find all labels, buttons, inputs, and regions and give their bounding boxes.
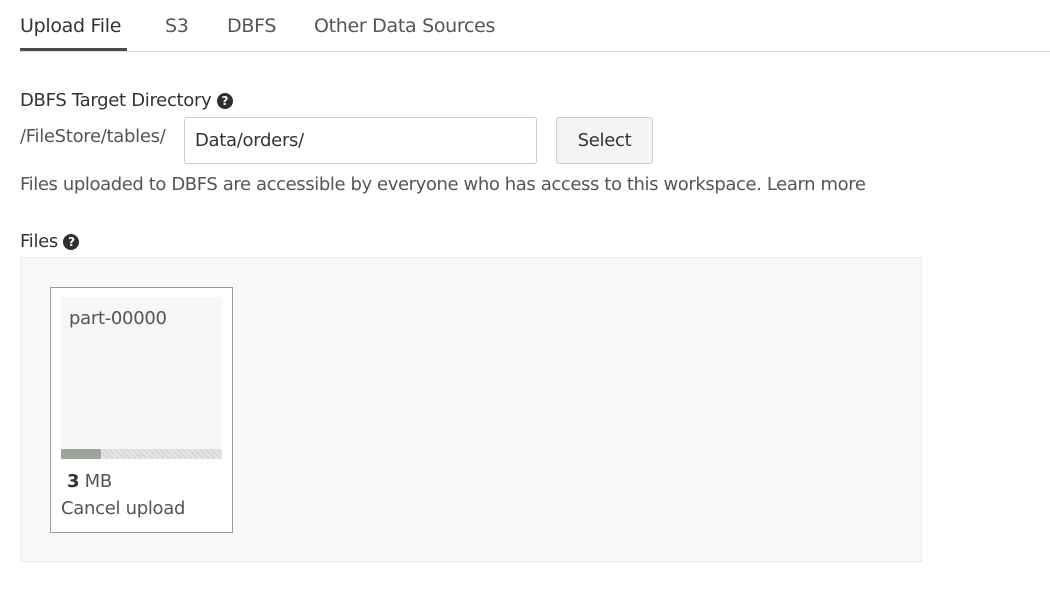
file-size-value: 3 bbox=[67, 471, 80, 492]
file-size: 3 MB bbox=[67, 471, 112, 492]
tab-dbfs[interactable]: DBFS bbox=[227, 15, 276, 37]
cancel-upload-link[interactable]: Cancel upload bbox=[61, 498, 185, 519]
file-thumbnail: part-00000 bbox=[61, 297, 222, 459]
tab-other-data-sources[interactable]: Other Data Sources bbox=[314, 15, 495, 37]
upload-progress-fill bbox=[61, 449, 102, 459]
select-button[interactable]: Select bbox=[556, 117, 653, 164]
tab-upload-file[interactable]: Upload File bbox=[20, 15, 121, 37]
question-circle-icon[interactable]: ? bbox=[63, 234, 80, 250]
files-heading: Files ? bbox=[20, 231, 80, 252]
file-dropzone[interactable]: part-00000 3 MB Cancel upload bbox=[20, 257, 922, 562]
access-info-message: Files uploaded to DBFS are accessible by… bbox=[20, 174, 762, 195]
question-circle-icon[interactable]: ? bbox=[216, 93, 233, 109]
learn-more-link[interactable]: Learn more bbox=[767, 174, 866, 195]
access-info-text: Files uploaded to DBFS are accessible by… bbox=[20, 174, 866, 195]
file-name: part-00000 bbox=[69, 308, 167, 329]
target-directory-label: DBFS Target Directory bbox=[20, 90, 212, 111]
target-directory-input[interactable] bbox=[184, 117, 537, 164]
tab-bar: Upload File S3 DBFS Other Data Sources bbox=[20, 0, 1050, 52]
tab-s3[interactable]: S3 bbox=[165, 15, 189, 37]
directory-prefix: /FileStore/tables/ bbox=[20, 126, 166, 147]
upload-progress-bar bbox=[61, 449, 222, 459]
file-size-unit: MB bbox=[84, 471, 113, 492]
file-card: part-00000 3 MB Cancel upload bbox=[50, 287, 233, 533]
target-directory-heading: DBFS Target Directory ? bbox=[20, 90, 233, 111]
files-label: Files bbox=[20, 231, 58, 252]
active-tab-indicator bbox=[20, 48, 127, 51]
